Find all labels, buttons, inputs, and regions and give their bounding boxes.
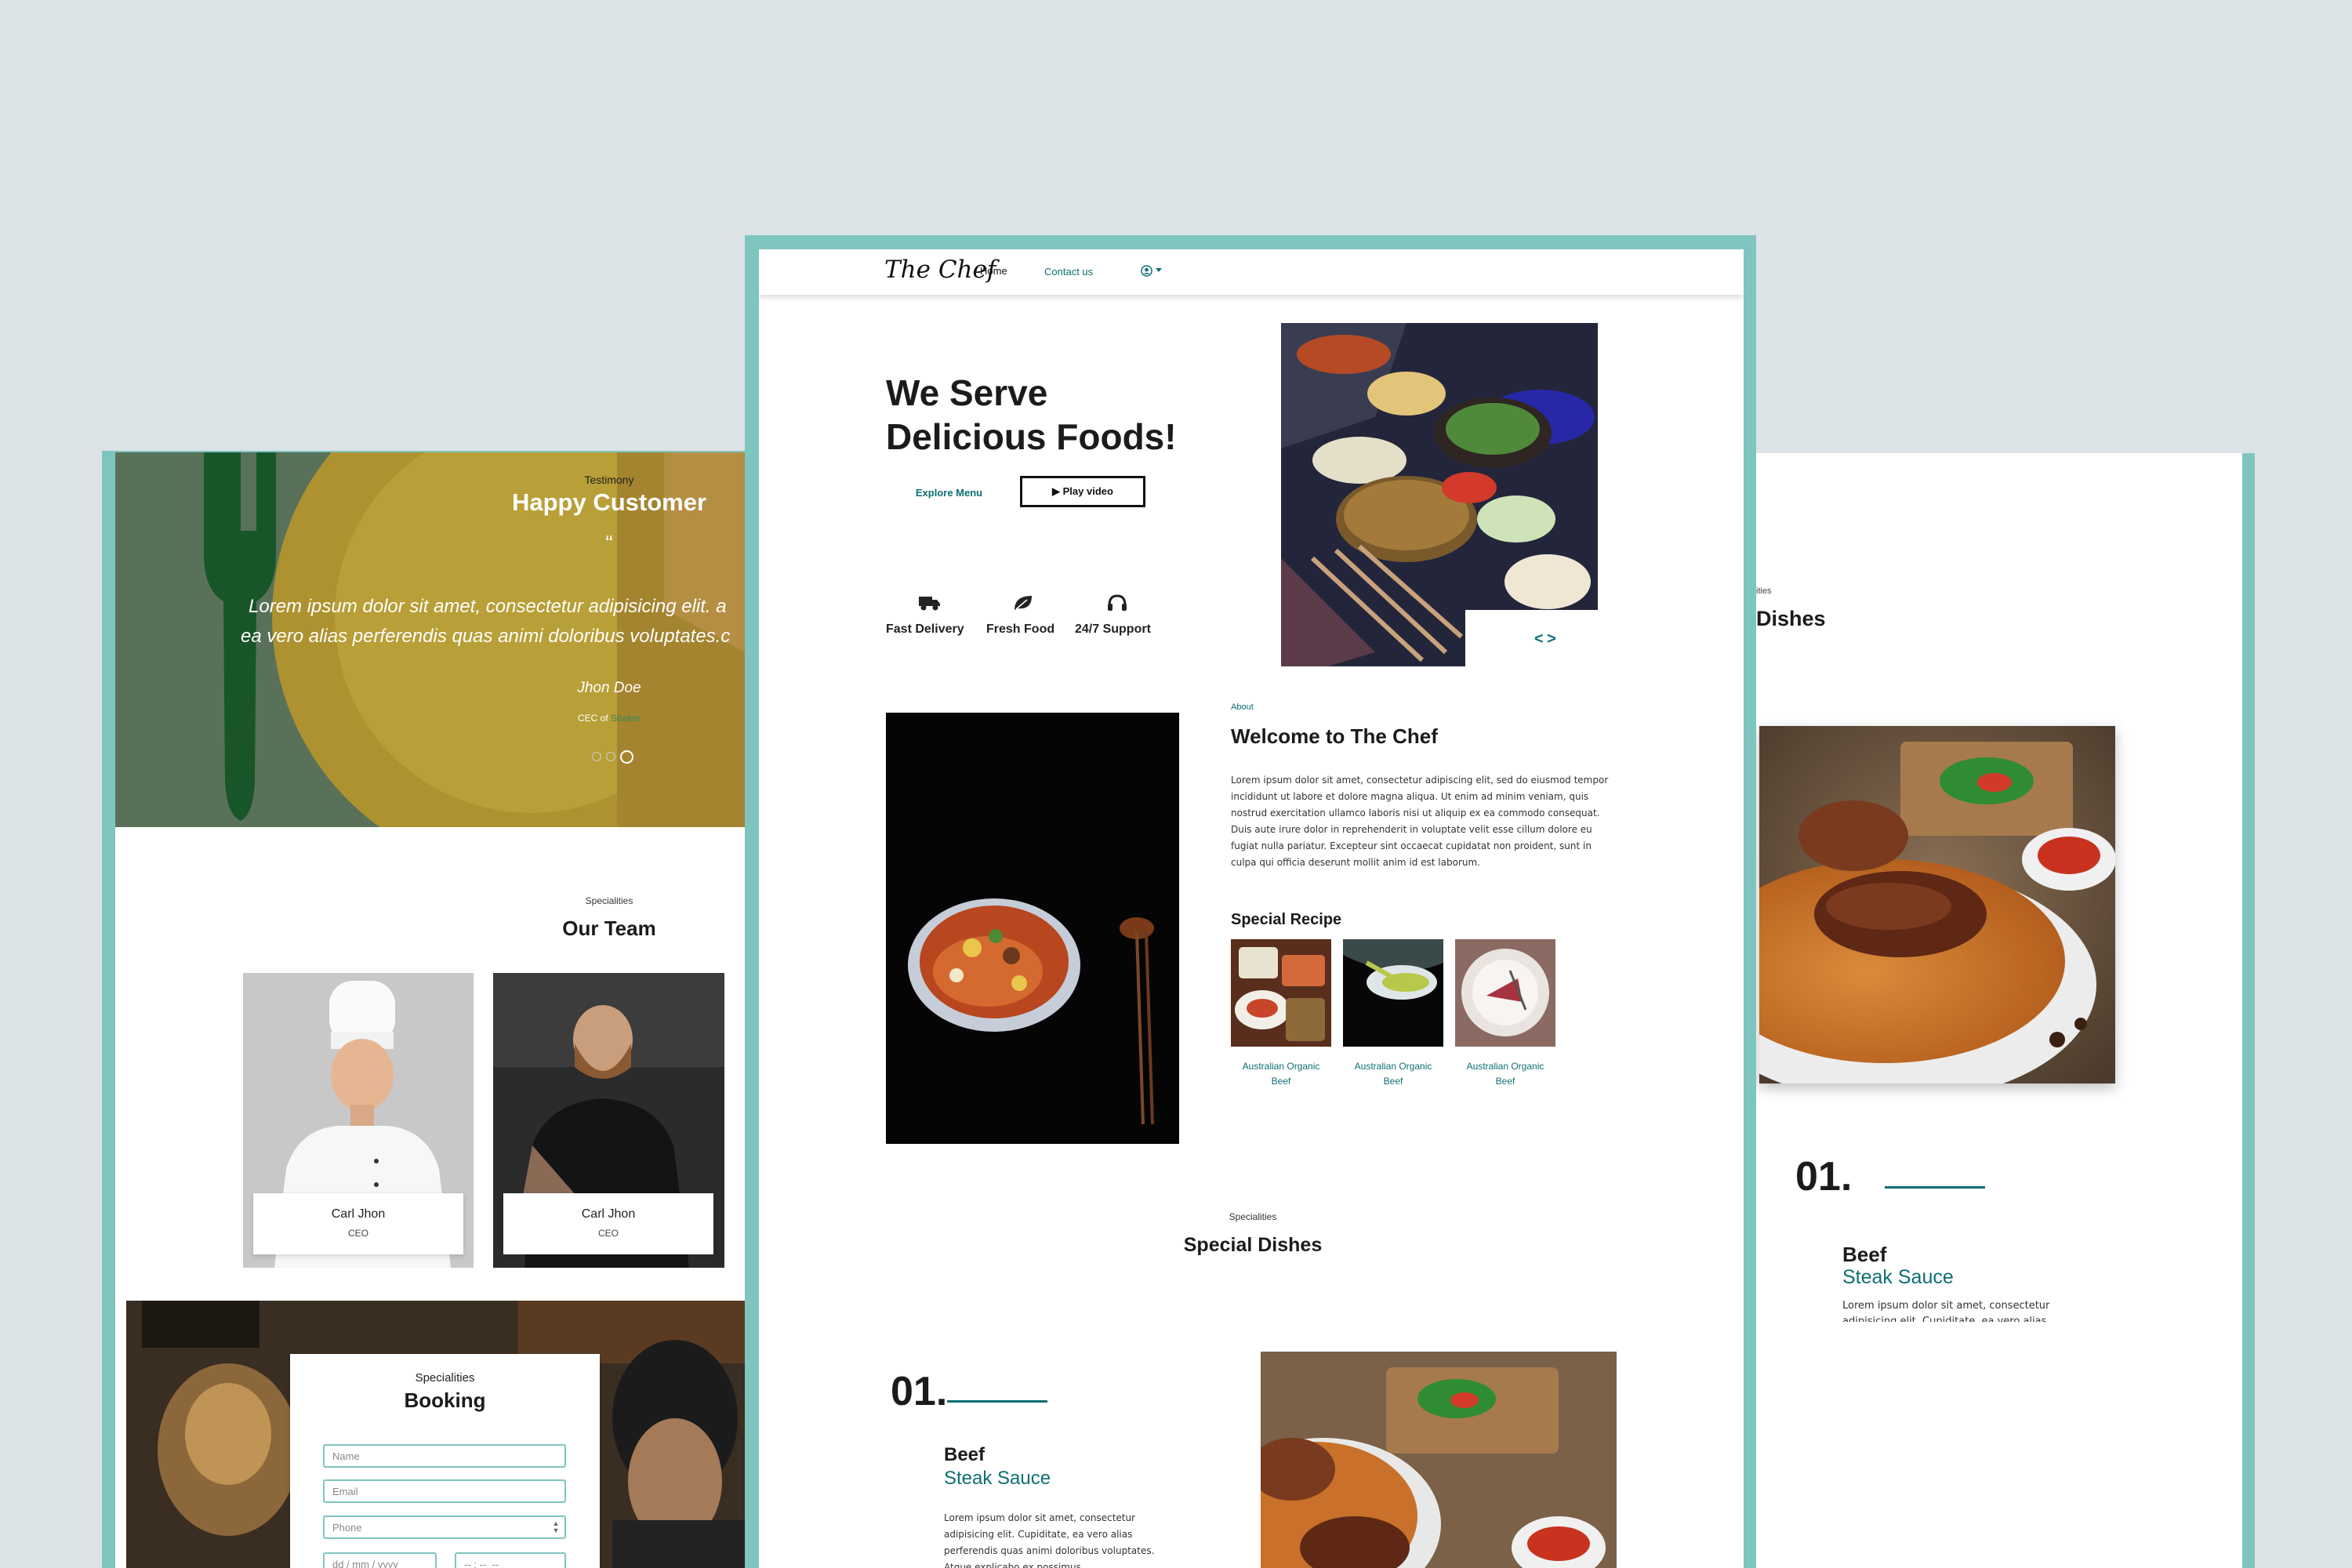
- recipe-label-line2: Beef: [1495, 1076, 1515, 1087]
- testimony-eyebrow: Testimony: [584, 474, 634, 486]
- quote-mark: “: [605, 531, 613, 555]
- hero-title-line1: We Serve: [886, 372, 1048, 413]
- recipe-photo: [1343, 939, 1443, 1047]
- hero-title-line2: Delicious Foods!: [886, 416, 1177, 457]
- feature-label: Fresh Food: [986, 622, 1055, 636]
- team-title: Our Team: [562, 916, 656, 940]
- booking-email-input[interactable]: [323, 1479, 566, 1503]
- explore-menu-button[interactable]: Explore Menu: [900, 477, 998, 508]
- truck-icon: [919, 597, 940, 611]
- dishes-eyebrow: Specialities: [1229, 1211, 1277, 1222]
- recipe-card-2[interactable]: Australian Organic Beef: [1343, 939, 1443, 1088]
- right-dish-title: Beef: [1842, 1243, 1887, 1266]
- left-page-content: Testimony Happy Customer “ Lorem ipsum d…: [115, 452, 753, 1568]
- carousel-dot-2[interactable]: [606, 752, 615, 761]
- right-specialities-eyebrow: ities: [1756, 586, 1772, 596]
- dish-number-divider: [947, 1400, 1047, 1403]
- carousel-next-button[interactable]: >: [1547, 630, 1556, 648]
- booking-name-input[interactable]: [323, 1444, 566, 1468]
- booking-date-input[interactable]: [323, 1552, 437, 1568]
- testimony-title: Happy Customer: [511, 488, 707, 516]
- carousel-dot-1[interactable]: [592, 752, 601, 761]
- testimony-role: CEC of Sbaker: [554, 713, 664, 724]
- carousel-prev-button[interactable]: <: [1534, 630, 1544, 648]
- feature-label: 24/7 Support: [1075, 622, 1151, 636]
- booking-time-input[interactable]: [455, 1552, 566, 1568]
- dish-subtitle: Steak Sauce: [944, 1468, 1051, 1489]
- nav-home-link[interactable]: Home: [980, 265, 1007, 277]
- team-member-card-1: Carl Jhon CEO: [253, 1193, 463, 1254]
- right-dish-body: Lorem ipsum dolor sit amet, consectetur …: [1842, 1300, 2050, 1322]
- caret-down-icon: [1156, 268, 1162, 272]
- dish-photo: [1261, 1352, 1617, 1568]
- about-body: Lorem ipsum dolor sit amet, consectetur …: [1231, 775, 1609, 868]
- right-dish-subtitle: Steak Sauce: [1842, 1266, 1954, 1288]
- testimony-carousel-dots: [592, 750, 639, 764]
- center-page-content: The Chef Home Contact us We Serve Delici…: [759, 249, 1744, 1568]
- team-member-card-2: Carl Jhon CEO: [503, 1193, 713, 1254]
- testimony-role-prefix: CEC of: [577, 713, 608, 724]
- left-page-mockup: Testimony Happy Customer “ Lorem ipsum d…: [102, 451, 753, 1568]
- about-title: Welcome to The Chef: [1231, 724, 1438, 748]
- recipe-label-line2: Beef: [1383, 1076, 1403, 1087]
- team-member-name: Carl Jhon: [581, 1207, 636, 1221]
- testimony-quote-line1: Lorem ipsum dolor sit amet, consectetur …: [249, 596, 727, 617]
- team-member-role: CEO: [347, 1228, 368, 1239]
- right-page-mockup: ities Dishes 01. Beef Steak Sauce Lorem …: [1725, 453, 2255, 1568]
- testimony-quote-line2: ea vero alias perferendis quas animi dol…: [241, 626, 731, 647]
- feature-fast-delivery: Fast Delivery: [886, 594, 980, 641]
- about-soup-photo: [886, 713, 1179, 1144]
- dish-number: 01.: [891, 1369, 948, 1414]
- carousel-dot-3-active[interactable]: [620, 750, 633, 764]
- feature-support: 24/7 Support: [1075, 594, 1169, 641]
- team-eyebrow: Specialities: [585, 895, 633, 906]
- right-dish-number: 01.: [1795, 1154, 1853, 1200]
- recipe-card-3[interactable]: Australian Organic Beef: [1455, 939, 1555, 1088]
- testimony-author: Jhon Doe: [577, 680, 641, 696]
- leaf-icon: [1014, 596, 1032, 610]
- testimony-role-company[interactable]: Sbaker: [611, 713, 641, 724]
- right-section-title: Dishes: [1756, 607, 1826, 630]
- special-recipe-title: Special Recipe: [1231, 911, 1342, 928]
- booking-eyebrow: Specialities: [415, 1371, 475, 1385]
- feature-label: Fast Delivery: [886, 622, 964, 636]
- about-eyebrow: About: [1231, 702, 1254, 712]
- dish-body: Lorem ipsum dolor sit amet, consectetur …: [944, 1512, 1155, 1568]
- recipe-photo: [1455, 939, 1555, 1047]
- right-dish-photo: [1759, 726, 2115, 1083]
- play-video-button[interactable]: ▶ Play video: [1020, 476, 1145, 507]
- recipe-label-line1: Australian Organic: [1466, 1061, 1544, 1072]
- nav-contact-link[interactable]: Contact us: [1044, 266, 1093, 278]
- booking-title: Booking: [404, 1388, 486, 1412]
- headset-icon: [1108, 594, 1127, 611]
- right-page-content: ities Dishes 01. Beef Steak Sauce Lorem …: [1725, 453, 2242, 1568]
- brand-logo[interactable]: The Chef: [884, 256, 996, 284]
- recipe-photo: [1231, 939, 1331, 1047]
- team-member-name: Carl Jhon: [331, 1207, 386, 1221]
- dishes-title: Special Dishes: [1183, 1234, 1323, 1256]
- phone-spinner-icon[interactable]: ▲ ▼: [551, 1520, 561, 1534]
- feature-fresh-food: Fresh Food: [986, 594, 1073, 641]
- right-number-divider: [1885, 1186, 1985, 1189]
- recipe-label-line1: Australian Organic: [1354, 1061, 1432, 1072]
- recipe-label-line2: Beef: [1271, 1076, 1291, 1087]
- user-circle-icon: [1141, 264, 1152, 277]
- user-menu-toggle[interactable]: [1141, 263, 1169, 278]
- dish-title: Beef: [944, 1444, 985, 1465]
- center-page-mockup: The Chef Home Contact us We Serve Delici…: [745, 235, 1756, 1568]
- team-member-role: CEO: [597, 1228, 619, 1239]
- recipe-card-1[interactable]: Australian Organic Beef: [1231, 939, 1331, 1088]
- top-navbar: The Chef Home Contact us: [759, 249, 1744, 295]
- booking-phone-input[interactable]: [323, 1515, 566, 1539]
- booking-form-card: Specialities Booking ▲▼: [290, 1354, 600, 1568]
- recipe-label-line1: Australian Organic: [1242, 1061, 1320, 1072]
- hero-food-photo: [1281, 323, 1598, 666]
